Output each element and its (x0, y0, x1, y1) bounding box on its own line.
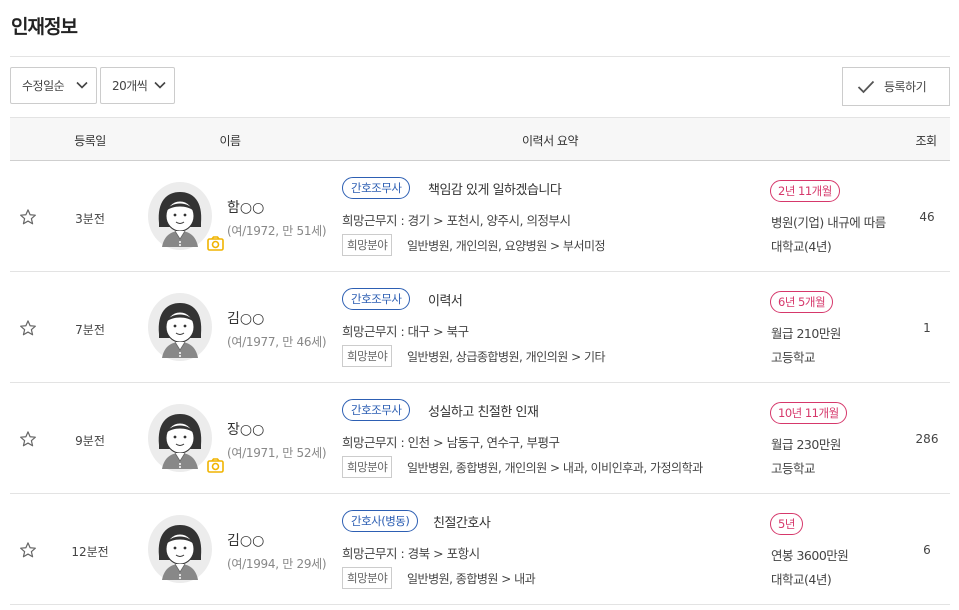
education: 고등학교 (771, 350, 816, 365)
camera-icon (207, 458, 224, 473)
desired-fields: 일반병원, 개인의원, 요양병원 > 부서미정 (407, 239, 606, 253)
resume-headline[interactable]: 친절간호사 (433, 512, 491, 531)
resume-headline[interactable]: 책임감 있게 일하겠습니다 (428, 179, 562, 198)
view-count: 1 (923, 321, 931, 335)
row-date: 7분전 (75, 323, 105, 337)
view-count: 6 (923, 543, 931, 557)
applicant-info: (여/1977, 만 46세) (227, 335, 327, 349)
title-divider (10, 56, 950, 57)
applicant-info: (여/1972, 만 51세) (227, 224, 327, 238)
job-type-badge: 간호조무사 (342, 288, 411, 310)
row-date: 9분전 (75, 434, 105, 448)
experience-badge: 10년 11개월 (770, 402, 847, 424)
check-icon (857, 80, 875, 93)
experience-badge: 6년 5개월 (770, 291, 834, 313)
desired-region: 희망근무지 : 경기 > 포천시, 양주시, 의정부시 (342, 213, 571, 228)
desired-salary: 월급 230만원 (771, 437, 841, 452)
page-size-select-value: 20개씩 (112, 79, 148, 93)
resume-headline[interactable]: 성실하고 친절한 인재 (428, 401, 539, 420)
star-icon[interactable] (19, 208, 37, 226)
desired-region: 희망근무지 : 인천 > 남동구, 연수구, 부평구 (342, 435, 560, 450)
avatar-placeholder-icon (148, 515, 212, 583)
header-summary: 이력서 요약 (521, 134, 579, 148)
experience-badge: 2년 11개월 (770, 180, 840, 202)
page-title: 인재정보 (11, 16, 78, 38)
applicant-info: (여/1994, 만 29세) (227, 557, 327, 571)
desired-salary: 월급 210만원 (771, 326, 841, 341)
desired-field-tag: 희망분야 (342, 456, 393, 478)
sort-select-value: 수정일순 (22, 79, 65, 93)
resume-headline[interactable]: 이력서 (428, 290, 463, 309)
row-date: 3분전 (75, 212, 105, 226)
avatar-placeholder-icon (148, 182, 212, 250)
star-icon[interactable] (19, 430, 37, 448)
desired-field-tag: 희망분야 (342, 234, 393, 256)
desired-fields: 일반병원, 상급종합병원, 개인의원 > 기타 (407, 350, 606, 364)
avatar-placeholder-icon (148, 404, 212, 472)
row-date: 12분전 (71, 545, 109, 559)
education: 대학교(4년) (771, 239, 832, 254)
education: 고등학교 (771, 461, 816, 476)
job-type-badge: 간호조무사 (342, 399, 411, 421)
register-button-label: 등록하기 (884, 80, 927, 94)
view-count: 46 (919, 210, 935, 224)
table-row[interactable]: 3분전 함○○ (여/1972, 만 51세) 간호조무사 책임감 있게 일하겠습니다희… (10, 161, 950, 272)
view-count: 286 (915, 432, 939, 446)
job-type-badge: 간호조무사 (342, 177, 411, 199)
star-icon[interactable] (19, 319, 37, 337)
chevron-down-icon (154, 81, 166, 89)
page-size-select[interactable]: 20개씩 (100, 67, 175, 104)
desired-region: 희망근무지 : 대구 > 북구 (342, 324, 469, 339)
desired-fields: 일반병원, 종합병원 > 내과 (407, 572, 536, 586)
desired-field-tag: 희망분야 (342, 567, 393, 589)
table-header: 등록일 이름 이력서 요약 조회 (10, 117, 950, 161)
desired-fields: 일반병원, 종합병원, 개인의원 > 내과, 이비인후과, 가정의학과 (407, 461, 703, 475)
sort-select[interactable]: 수정일순 (10, 67, 97, 104)
star-icon[interactable] (19, 541, 37, 559)
header-views: 조회 (915, 134, 937, 148)
job-type-badge: 간호사(병동) (342, 510, 419, 532)
chevron-down-icon (76, 81, 88, 89)
register-button[interactable]: 등록하기 (842, 67, 950, 106)
applicant-name[interactable]: 김○○ (227, 530, 264, 550)
avatar-placeholder-icon (148, 293, 212, 361)
education: 대학교(4년) (771, 572, 832, 587)
desired-salary: 병원(기업) 내규에 따름 (771, 215, 886, 230)
experience-badge: 5년 (770, 513, 803, 535)
camera-icon (207, 236, 224, 251)
desired-region: 희망근무지 : 경북 > 포항시 (342, 546, 480, 561)
desired-salary: 연봉 3600만원 (771, 548, 849, 563)
applicant-info: (여/1971, 만 52세) (227, 446, 327, 460)
applicant-name[interactable]: 김○○ (227, 308, 264, 328)
table-row[interactable]: 7분전 김○○ (여/1977, 만 46세) 간호조무사 이력서희망근무지 : 대구 … (10, 272, 950, 383)
table-row[interactable]: 9분전 장○○ (여/1971, 만 52세) 간호조무사 성실하고 친절한 인재희망근… (10, 383, 950, 494)
table-row[interactable]: 12분전 김○○ (여/1994, 만 29세) 간호사(병동) 친절간호사희망근무지 … (10, 494, 950, 605)
desired-field-tag: 희망분야 (342, 345, 393, 367)
header-date: 등록일 (74, 134, 106, 148)
applicant-name[interactable]: 함○○ (227, 197, 264, 217)
applicant-name[interactable]: 장○○ (227, 419, 264, 439)
header-name: 이름 (219, 134, 241, 148)
